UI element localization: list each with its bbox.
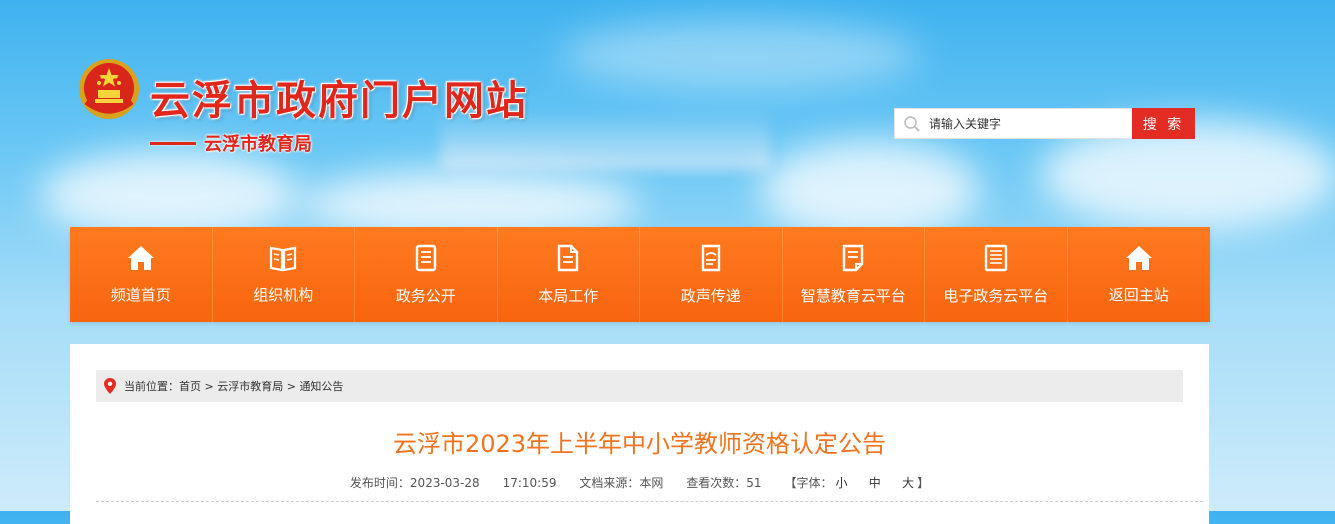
list-doc-icon	[984, 244, 1007, 272]
nav-item-back-to-main-site[interactable]: 返回主站	[1068, 227, 1211, 322]
font-size-label: 【字体：	[784, 476, 833, 490]
nav-item-government-affairs[interactable]: 政务公开	[355, 227, 498, 322]
views-label: 查看次数：	[686, 476, 747, 490]
nav-item-policy-voice[interactable]: 政声传递	[640, 227, 783, 322]
search-input[interactable]	[927, 115, 1121, 132]
nav-item-label: 返回主站	[1108, 286, 1169, 304]
cloud-decoration	[760, 140, 980, 240]
article-title: 云浮市2023年上半年中小学教师资格认定公告	[392, 430, 887, 458]
publish-date: 2023-03-28	[409, 476, 480, 490]
search-icon	[904, 115, 920, 132]
nav-item-smart-education-cloud[interactable]: 智慧教育云平台	[783, 227, 925, 322]
nav-item-label: 频道首页	[110, 286, 171, 304]
breadcrumb-separator: >	[204, 379, 214, 393]
cloud-decoration	[560, 20, 920, 90]
article-meta: 发布时间：2023-03-28 17:10:59 文档来源：本网 查看次数：51…	[70, 474, 1209, 491]
home-icon	[127, 246, 154, 270]
breadcrumb-prefix: 当前位置：	[124, 380, 179, 393]
search-box	[894, 108, 1132, 139]
nav-item-bureau-work[interactable]: 本局工作	[498, 227, 640, 322]
source-label: 文档来源：	[579, 476, 640, 490]
publish-time: 17:10:59	[502, 476, 557, 490]
breadcrumb-link-home[interactable]: 首页	[179, 378, 201, 394]
breadcrumb-link-notices[interactable]: 通知公告	[299, 378, 343, 394]
home-icon	[1125, 246, 1152, 270]
nav-item-label: 电子政务云平台	[943, 287, 1049, 305]
location-pin-icon	[104, 378, 116, 394]
nav-item-channel-home[interactable]: 频道首页	[70, 227, 213, 322]
file-icon	[558, 244, 579, 272]
clipboard-icon	[843, 244, 864, 272]
content-panel: 当前位置： 首页 > 云浮市教育局 > 通知公告 云浮市2023年上半年中小学教…	[70, 344, 1209, 524]
source-value: 本网	[639, 476, 664, 490]
search-button[interactable]: 搜 索	[1132, 108, 1195, 139]
nav-item-label: 政声传递	[680, 287, 741, 305]
search-bar: 搜 索	[894, 108, 1195, 139]
font-size-close: 】	[917, 476, 930, 490]
subtitle-dash	[150, 141, 196, 145]
nav-item-label: 智慧教育云平台	[800, 287, 906, 305]
breadcrumb-link-bureau[interactable]: 云浮市教育局	[217, 378, 283, 394]
breadcrumb-separator: >	[286, 379, 296, 393]
document-icon	[415, 244, 436, 272]
nav-item-organization[interactable]: 组织机构	[213, 227, 355, 322]
department-name: 云浮市教育局	[204, 134, 312, 155]
publish-label: 发布时间：	[349, 476, 410, 490]
notes-icon	[701, 244, 720, 272]
font-size-small-button[interactable]: 小	[835, 476, 847, 490]
breadcrumb: 当前位置： 首页 > 云浮市教育局 > 通知公告	[96, 370, 1183, 402]
views-count: 51	[746, 476, 762, 490]
national-emblem-icon	[79, 59, 139, 119]
nav-item-label: 组织机构	[253, 286, 314, 304]
font-size-medium-button[interactable]: 中	[869, 476, 881, 490]
font-size-large-button[interactable]: 大	[902, 476, 914, 490]
book-icon	[270, 246, 297, 272]
divider	[96, 501, 1203, 502]
nav-item-label: 政务公开	[395, 287, 456, 305]
nav-item-e-government-cloud[interactable]: 电子政务云平台	[925, 227, 1068, 322]
department-subtitle: 云浮市教育局	[150, 130, 312, 156]
site-title: 云浮市政府门户网站	[150, 77, 528, 124]
nav-item-label: 本局工作	[538, 287, 599, 305]
main-nav: 频道首页 组织机构 政务公开 本局工作 政声传递 智慧教育云平台 电子政务云平台…	[70, 227, 1210, 322]
